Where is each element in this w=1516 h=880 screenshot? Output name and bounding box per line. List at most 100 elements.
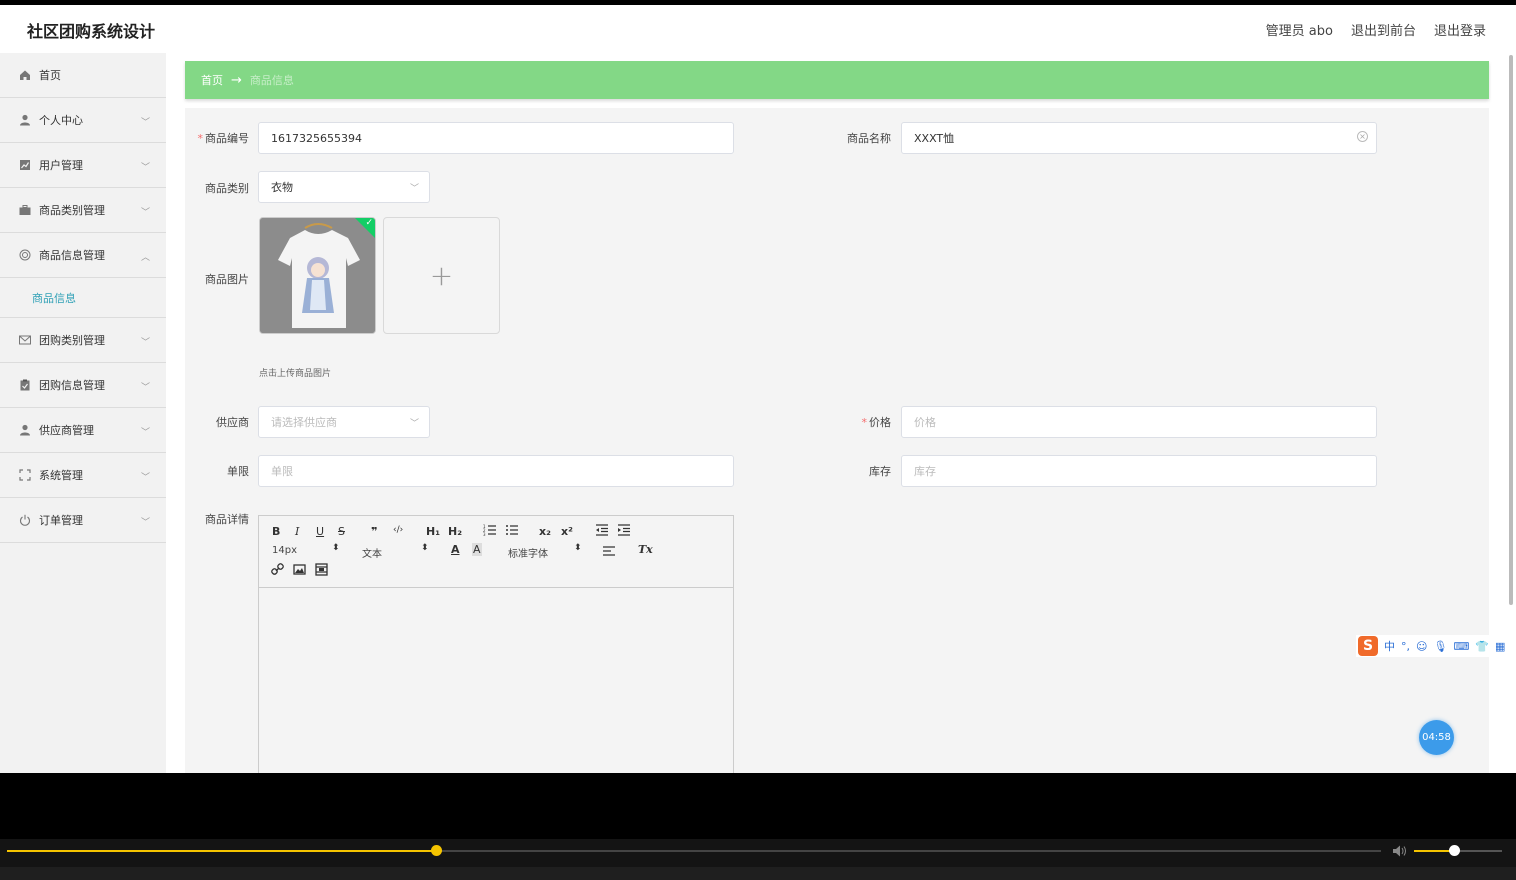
upload-hint: 点击上传商品图片	[259, 369, 332, 379]
sidebar-item-label: 团购信息管理	[39, 379, 105, 392]
editor-content-area[interactable]	[259, 588, 733, 773]
underline-button[interactable]: U	[316, 525, 324, 538]
background-color-icon[interactable]: A	[472, 543, 482, 556]
emoji-icon[interactable]: ☺	[1416, 640, 1427, 653]
block-format-select[interactable]: 文本	[362, 545, 382, 560]
detail-label: 商品详情	[205, 513, 249, 526]
stock-label: 库存	[869, 465, 891, 478]
ime-punct[interactable]: °,	[1401, 640, 1410, 653]
sidebar-item-supplier[interactable]: 供应商管理 ﹀	[0, 408, 166, 453]
price-input[interactable]: 价格	[901, 406, 1377, 438]
user-icon	[19, 114, 31, 126]
breadcrumb: 首页 → 商品信息	[185, 61, 1489, 99]
chevron-down-icon: ﹀	[140, 383, 150, 393]
sidebar-item-home[interactable]: 首页	[0, 53, 166, 98]
breadcrumb-home[interactable]: 首页	[201, 72, 223, 88]
sort-icon[interactable]: ⬍	[332, 543, 340, 553]
bullet-list-icon[interactable]	[505, 523, 519, 540]
category-select[interactable]: 衣物 ﹀	[258, 171, 430, 203]
chevron-down-icon: ﹀	[140, 163, 150, 173]
video-player-bar	[0, 839, 1516, 880]
svg-text:3: 3	[483, 532, 486, 537]
grid-icon[interactable]: ▦	[1495, 640, 1505, 653]
app-title: 社区团购系统设计	[27, 22, 156, 41]
sidebar-item-group-info[interactable]: 团购信息管理 ﹀	[0, 363, 166, 408]
limit-label: 单限	[227, 465, 249, 478]
sidebar-item-user-management[interactable]: 用户管理 ﹀	[0, 143, 166, 188]
video-icon[interactable]	[315, 563, 328, 579]
chevron-down-icon: ﹀	[140, 473, 150, 483]
sidebar-item-group-category[interactable]: 团购类别管理 ﹀	[0, 318, 166, 363]
progress-track[interactable]	[7, 845, 1381, 856]
code-input[interactable]: 1617325655394	[258, 122, 734, 154]
target-icon	[19, 249, 31, 261]
header-links: 管理员 abo 退出到前台 退出登录	[1266, 20, 1486, 39]
category-label: 商品类别	[205, 182, 249, 195]
chevron-down-icon: ﹀	[409, 419, 419, 429]
upload-button[interactable]: +	[383, 217, 500, 334]
outdent-icon[interactable]	[595, 523, 609, 540]
code-button[interactable]: ‹/›	[393, 525, 403, 535]
font-family-select[interactable]: 标准字体	[508, 545, 548, 560]
price-label: * 价格	[861, 416, 892, 429]
superscript-button[interactable]: x²	[561, 525, 573, 538]
volume-knob[interactable]	[1448, 845, 1460, 856]
check-icon: ✓	[365, 218, 373, 228]
sidebar-subitem-product-info[interactable]: 商品信息	[0, 278, 166, 318]
progress-knob[interactable]	[430, 845, 442, 856]
subscript-button[interactable]: x₂	[539, 525, 551, 538]
stock-input[interactable]: 库存	[901, 455, 1377, 487]
italic-button[interactable]: I	[295, 525, 299, 538]
skin-icon[interactable]: 👕	[1475, 640, 1489, 653]
logout-link[interactable]: 退出登录	[1434, 20, 1486, 39]
clear-format-button[interactable]: Tx	[638, 543, 653, 556]
volume-fill	[1414, 850, 1454, 852]
back-to-frontend-link[interactable]: 退出到前台	[1351, 20, 1416, 39]
ordered-list-icon[interactable]: 123	[483, 523, 497, 540]
volume-icon[interactable]	[1392, 843, 1408, 862]
chevron-down-icon: ﹀	[140, 338, 150, 348]
bold-button[interactable]: B	[272, 525, 280, 538]
sidebar-item-label: 首页	[39, 69, 61, 82]
limit-input[interactable]: 单限	[258, 455, 734, 487]
supplier-select[interactable]: 请选择供应商 ﹀	[258, 406, 430, 438]
h1-button[interactable]: H₁	[426, 525, 440, 538]
keyboard-icon[interactable]: ⌨	[1453, 640, 1469, 653]
page-scrollbar[interactable]	[1509, 55, 1513, 605]
sidebar-item-orders[interactable]: 订单管理 ﹀	[0, 498, 166, 543]
sidebar-item-product-info[interactable]: 商品信息管理 ︿	[0, 233, 166, 278]
sidebar-item-product-category[interactable]: 商品类别管理 ﹀	[0, 188, 166, 233]
microphone-icon[interactable]: 🎙	[1433, 640, 1447, 653]
chevron-down-icon: ﹀	[140, 518, 150, 528]
sidebar-item-label: 订单管理	[39, 514, 83, 527]
ime-toolbar: S 中 °, ☺ 🎙 ⌨ 👕 ▦	[1356, 635, 1516, 657]
name-input[interactable]: XXXT恤 ×	[901, 122, 1377, 154]
app-window: 社区团购系统设计 管理员 abo 退出到前台 退出登录 首页 个人中心 ﹀ 用户…	[0, 5, 1516, 773]
admin-user-link[interactable]: 管理员 abo	[1266, 20, 1333, 39]
indent-icon[interactable]	[617, 523, 631, 540]
sogou-logo-icon: S	[1358, 636, 1378, 656]
ime-mode[interactable]: 中	[1384, 638, 1395, 654]
product-thumbnail[interactable]: ✓	[259, 217, 376, 334]
volume-track[interactable]	[1414, 845, 1502, 856]
strike-button[interactable]: S	[338, 525, 345, 538]
chevron-down-icon: ﹀	[140, 428, 150, 438]
rich-text-editor: B I U S ❞ ‹/› H₁ H₂ 123 x₂ x² 14px ⬍ 文本 …	[258, 515, 734, 773]
power-icon	[19, 514, 31, 526]
sort-icon[interactable]: ⬍	[574, 543, 582, 553]
quote-button[interactable]: ❞	[371, 525, 377, 538]
align-icon[interactable]	[602, 545, 616, 560]
sidebar-item-personal-center[interactable]: 个人中心 ﹀	[0, 98, 166, 143]
font-size-select[interactable]: 14px	[272, 545, 297, 556]
sort-icon[interactable]: ⬍	[421, 543, 429, 553]
timer-badge[interactable]: 04:58	[1419, 720, 1454, 755]
text-color-icon[interactable]: A	[451, 543, 460, 556]
briefcase-icon	[19, 204, 31, 216]
h2-button[interactable]: H₂	[448, 525, 462, 538]
sidebar-item-label: 商品类别管理	[39, 204, 105, 217]
breadcrumb-arrow-icon: →	[231, 72, 242, 88]
link-icon[interactable]	[271, 563, 284, 579]
clear-icon[interactable]: ×	[1357, 131, 1368, 142]
sidebar-item-system[interactable]: 系统管理 ﹀	[0, 453, 166, 498]
image-icon[interactable]	[293, 563, 306, 579]
